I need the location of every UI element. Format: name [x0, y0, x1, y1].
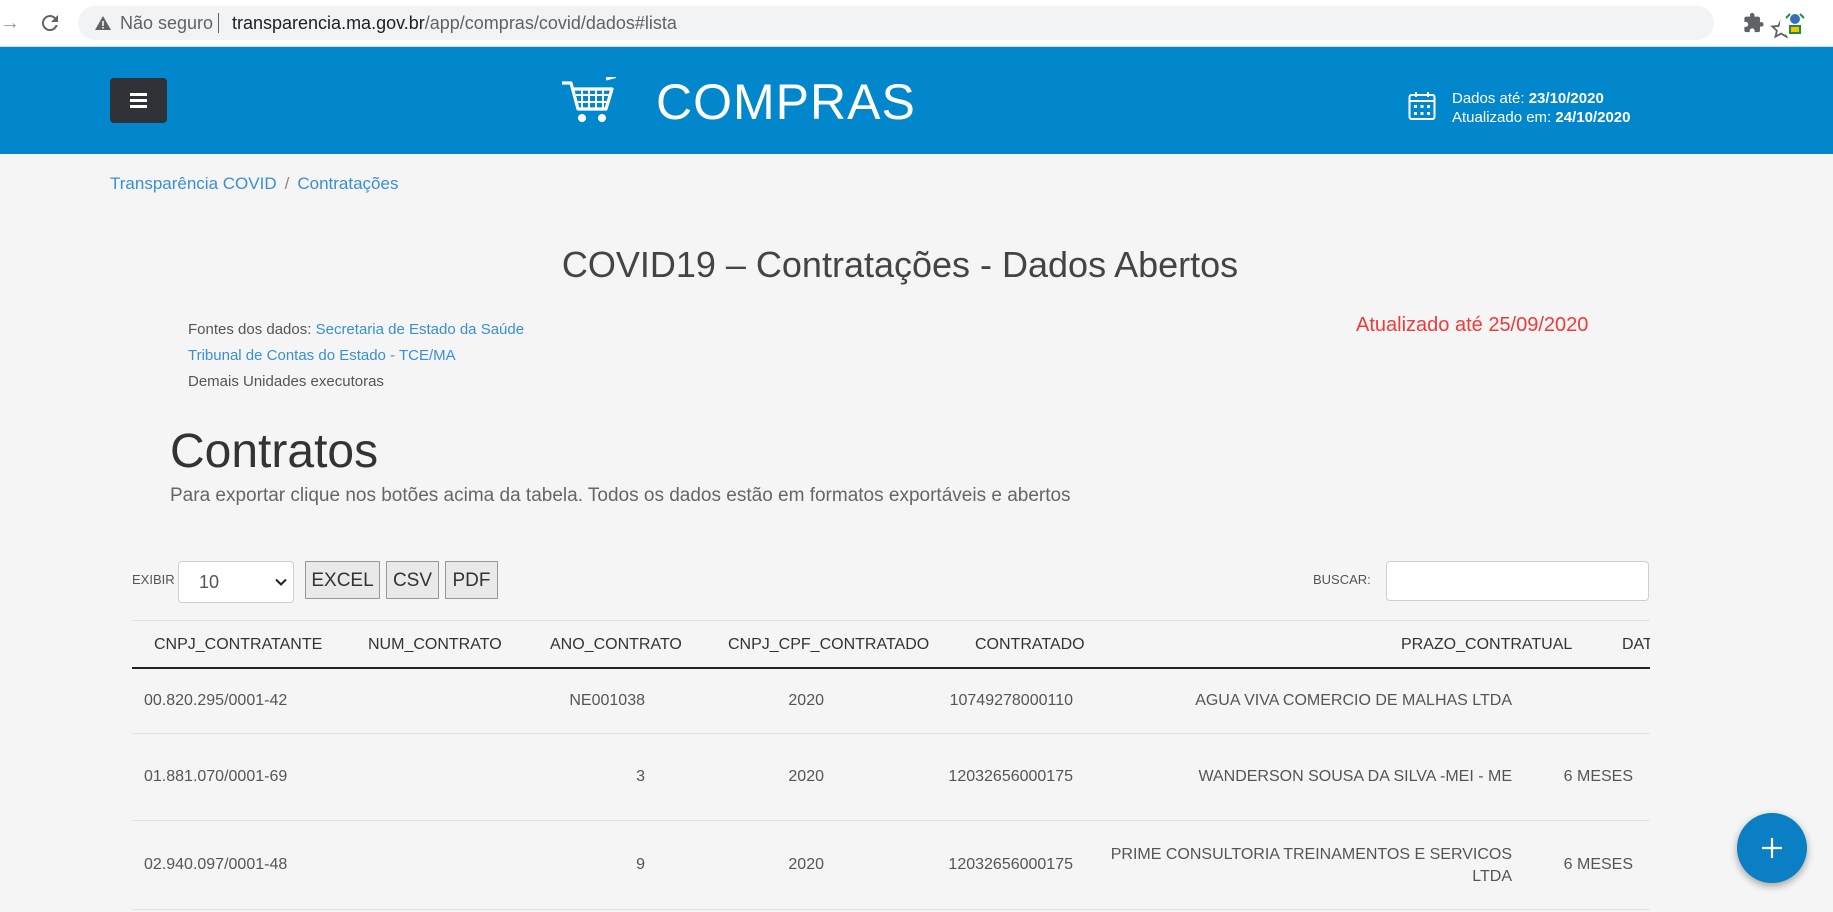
extensions-puzzle-icon[interactable] [1743, 12, 1765, 34]
hamburger-line [130, 99, 147, 102]
updated-on-line: Atualizado em: 24/10/2020 [1452, 108, 1630, 127]
hamburger-line [130, 105, 147, 108]
breadcrumb-separator: / [284, 174, 290, 193]
source-link-saude[interactable]: Secretaria de Estado da Saúde [316, 321, 524, 338]
shopping-cart-icon [562, 77, 616, 122]
cell-contratado: PRIME CONSULTORIA TREINAMENTOS E SERVICO… [1110, 846, 1512, 885]
table-row[interactable]: 02.940.097/0001-48 9 2020 12032656000175… [132, 821, 1650, 910]
security-status[interactable]: Não seguro [120, 14, 213, 32]
browser-toolbar: → Não seguro transparencia.ma.gov.br/app… [0, 0, 1833, 47]
header-title: COMPRAS [656, 74, 916, 130]
contracts-table: CNPJ_CONTRATANTE NUM_CONTRATO ANO_CONTRA… [132, 618, 1650, 912]
cell-cnpj-contratante: 01.881.070/0001-69 [144, 768, 288, 785]
column-header-data[interactable]: DAT [1622, 636, 1650, 654]
cell-ano-contrato: 2020 [788, 768, 824, 785]
column-header-contratado[interactable]: CONTRATADO [975, 636, 1085, 654]
breadcrumb-item-contratacoes[interactable]: Contratações [297, 174, 398, 193]
search-label: BUSCAR: [1313, 572, 1371, 587]
data-until-line: Dados até: 23/10/2020 [1452, 89, 1630, 108]
updated-on-label: Atualizado em: [1452, 109, 1552, 126]
page-size-select[interactable]: 10 [178, 561, 294, 603]
breadcrumb: Transparência COVID / Contratações [110, 174, 398, 194]
floating-add-button[interactable] [1737, 813, 1807, 883]
cell-num-contrato: NE001038 [569, 692, 645, 709]
data-until-label: Dados até: [1452, 90, 1525, 107]
section-subtitle: Para exportar clique nos botões acima da… [170, 485, 1071, 506]
data-until-value: 23/10/2020 [1528, 90, 1604, 107]
menu-button[interactable] [110, 78, 167, 123]
warning-icon[interactable] [94, 14, 112, 32]
calendar-icon [1408, 92, 1436, 120]
table-row[interactable]: 01.881.070/0001-69 3 2020 12032656000175… [132, 734, 1650, 821]
address-bar[interactable]: Não seguro transparencia.ma.gov.br/app/c… [78, 6, 1792, 40]
source-link-tce[interactable]: Tribunal de Contas do Estado - TCE/MA [188, 347, 456, 364]
cell-prazo-contratual: 6 MESES [1563, 856, 1633, 873]
breadcrumb-item-transparencia-covid[interactable]: Transparência COVID [110, 174, 277, 193]
section-title: Contratos [170, 425, 379, 478]
reload-icon[interactable] [38, 11, 62, 35]
data-dates: Dados até: 23/10/2020 Atualizado em: 24/… [1452, 89, 1630, 127]
plus-icon [1762, 838, 1782, 858]
cell-prazo-contratual: 6 MESES [1563, 768, 1633, 785]
cell-cnpj-contratante: 00.820.295/0001-42 [144, 692, 288, 709]
source-demais-unidades: Demais Unidades executoras [188, 373, 384, 390]
cell-num-contrato: 9 [636, 856, 645, 873]
omnibox-divider [218, 13, 219, 33]
cell-contratado: AGUA VIVA COMERCIO DE MALHAS LTDA [1195, 692, 1512, 709]
cell-ano-contrato: 2020 [788, 856, 824, 873]
chevron-down-icon [275, 578, 287, 586]
cell-ano-contrato: 2020 [788, 692, 824, 709]
url-text[interactable]: transparencia.ma.gov.br/app/compras/covi… [232, 14, 677, 32]
export-csv-button[interactable]: CSV [386, 561, 439, 599]
export-pdf-button[interactable]: PDF [445, 561, 498, 599]
forward-arrow-icon[interactable]: → [0, 12, 20, 34]
updated-until-notice: Atualizado até 25/09/2020 [1356, 314, 1589, 336]
cell-cnpj-cpf-contratado: 12032656000175 [948, 768, 1073, 785]
search-input[interactable] [1386, 561, 1649, 601]
page-title: COVID19 – Contratações - Dados Abertos [561, 244, 1239, 285]
hamburger-line [130, 93, 147, 96]
url-host: transparencia.ma.gov.br [232, 13, 425, 33]
export-excel-button[interactable]: EXCEL [305, 561, 380, 599]
url-path: /app/compras/covid/dados#lista [424, 13, 677, 33]
updated-on-value: 24/10/2020 [1555, 109, 1631, 126]
table-row[interactable]: 00.820.295/0001-42 NE001038 2020 1074927… [132, 669, 1650, 734]
cell-num-contrato: 3 [636, 768, 645, 785]
page-size-label: EXIBIR [132, 572, 175, 587]
sources-label: Fontes dos dados: [188, 321, 312, 338]
cell-cnpj-cpf-contratado: 10749278000110 [949, 692, 1073, 709]
table-header: CNPJ_CONTRATANTE NUM_CONTRATO ANO_CONTRA… [132, 618, 1650, 669]
cell-contratado: WANDERSON SOUSA DA SILVA -MEI - ME [1198, 768, 1512, 785]
column-header-ano-contrato[interactable]: ANO_CONTRATO [550, 636, 682, 654]
page-size-value: 10 [199, 572, 220, 592]
site-header: COMPRAS Dados até: 23/10/2020 Atualizado… [0, 47, 1833, 154]
cell-cnpj-cpf-contratado: 12032656000175 [948, 856, 1073, 873]
data-sources: Fontes dos dados: Secretaria de Estado d… [188, 317, 524, 395]
cell-cnpj-contratante: 02.940.097/0001-48 [144, 856, 288, 873]
column-header-num-contrato[interactable]: NUM_CONTRATO [368, 636, 502, 654]
column-header-cnpj-cpf-contratado[interactable]: CNPJ_CPF_CONTRATADO [728, 636, 929, 654]
profile-avatar-icon[interactable] [1780, 8, 1810, 38]
column-header-prazo-contratual[interactable]: PRAZO_CONTRATUAL [1401, 636, 1572, 654]
column-header-cnpj-contratante[interactable]: CNPJ_CONTRATANTE [154, 636, 322, 654]
